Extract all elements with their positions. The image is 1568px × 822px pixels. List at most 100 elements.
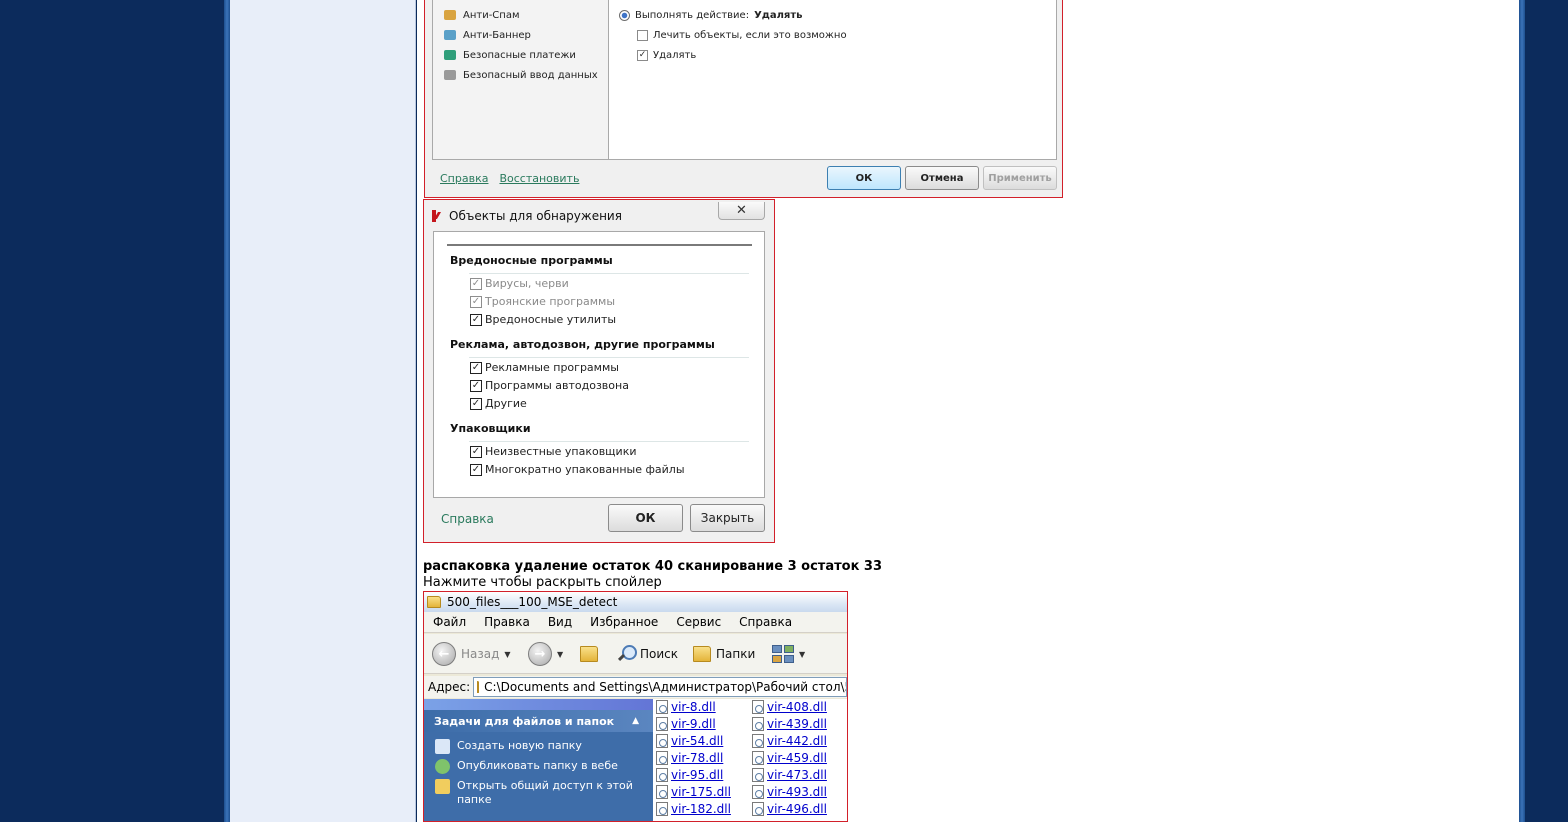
sidebar-item-anti-spam[interactable]: Анти-Спам — [444, 7, 520, 23]
delete-checkbox[interactable]: ✓ — [637, 50, 648, 61]
file-list: vir-8.dll vir-9.dll vir-54.dll vir-78.dl… — [653, 699, 847, 821]
file-name: vir-496.dll — [767, 802, 827, 816]
close-dialog-button[interactable]: Закрыть — [690, 504, 765, 532]
treat-option[interactable]: Лечить объекты, если это возможно — [637, 30, 847, 41]
file-name: vir-78.dll — [671, 751, 724, 765]
sidebar-item-safe-payments[interactable]: Безопасные платежи — [444, 47, 576, 63]
delete-option[interactable]: ✓ Удалять — [637, 50, 696, 61]
back-button[interactable]: ← Назад ▼ — [432, 642, 511, 666]
dll-file-icon — [656, 751, 668, 765]
option-checkbox[interactable]: ✓ — [470, 463, 482, 476]
option-checkbox[interactable]: ✓ — [470, 313, 482, 326]
menu-view[interactable]: Вид — [548, 615, 572, 629]
sidebar-item-anti-banner[interactable]: Анти-Баннер — [444, 27, 531, 43]
up-folder-button[interactable] — [580, 642, 598, 666]
group-divider — [469, 357, 749, 358]
search-button[interactable]: Поиск — [617, 642, 678, 666]
task-publish-web[interactable]: Опубликовать папку в вебе — [435, 759, 645, 774]
file-item[interactable]: vir-8.dll — [656, 700, 716, 714]
file-item[interactable]: vir-439.dll — [752, 717, 827, 731]
keyboard-icon — [444, 70, 456, 80]
address-label: Адрес: — [428, 680, 471, 694]
tasks-header[interactable]: Задачи для файлов и папок ▲ — [424, 710, 653, 732]
file-item[interactable]: vir-442.dll — [752, 734, 827, 748]
address-value: C:\Documents and Settings\Администратор\… — [484, 680, 847, 694]
page-left-background — [0, 0, 224, 822]
file-item[interactable]: vir-54.dll — [656, 734, 723, 748]
help-link[interactable]: Справка — [441, 512, 494, 526]
file-item[interactable]: vir-496.dll — [752, 802, 827, 816]
sidebar-item-label: Безопасный ввод данных — [463, 69, 598, 81]
globe-icon — [435, 759, 450, 774]
option-malicious-tools[interactable]: ✓ Вредоносные утилиты — [470, 313, 616, 326]
tasks-title: Задачи для файлов и папок — [434, 714, 615, 728]
file-name: vir-408.dll — [767, 700, 827, 714]
file-item[interactable]: vir-473.dll — [752, 768, 827, 782]
cancel-button[interactable]: Отмена — [905, 166, 979, 190]
option-checkbox[interactable]: ✓ — [470, 397, 482, 410]
dll-file-icon — [656, 768, 668, 782]
option-adware[interactable]: ✓ Рекламные программы — [470, 361, 619, 374]
task-new-folder[interactable]: Создать новую папку — [435, 739, 645, 754]
file-item[interactable]: vir-95.dll — [656, 768, 723, 782]
file-item[interactable]: vir-408.dll — [752, 700, 827, 714]
anti-spam-icon — [444, 10, 456, 20]
option-label: Вредоносные утилиты — [485, 313, 617, 326]
menu-tools[interactable]: Сервис — [676, 615, 721, 629]
treat-checkbox[interactable] — [637, 30, 648, 41]
file-item[interactable]: vir-78.dll — [656, 751, 723, 765]
file-item[interactable]: vir-9.dll — [656, 717, 716, 731]
help-link[interactable]: Справка — [440, 172, 488, 185]
chevron-up-icon[interactable]: ▲ — [632, 716, 639, 726]
action-radio[interactable] — [619, 10, 630, 21]
option-checkbox[interactable]: ✓ — [470, 361, 482, 374]
detect-objects-panel: Вредоносные программы ✓ Вирусы, черви ✓ … — [433, 231, 765, 498]
action-radio-row[interactable]: Выполнять действие: Удалять — [619, 10, 802, 21]
menu-favorites[interactable]: Избранное — [590, 615, 658, 629]
option-checkbox[interactable]: ✓ — [470, 295, 482, 308]
kaspersky-logo-icon — [432, 210, 444, 222]
file-name: vir-459.dll — [767, 751, 827, 765]
file-item[interactable]: vir-493.dll — [752, 785, 827, 799]
address-input[interactable]: C:\Documents and Settings\Администратор\… — [473, 677, 847, 697]
ok-button[interactable]: ОК — [608, 504, 683, 532]
kav-settings-panel: Анти-Спам Анти-Баннер Безопасные платежи… — [432, 0, 1057, 160]
file-item[interactable]: vir-459.dll — [752, 751, 827, 765]
forward-button[interactable]: → ▼ — [528, 642, 563, 666]
menu-edit[interactable]: Правка — [484, 615, 530, 629]
option-unknown-packers[interactable]: ✓ Неизвестные упаковщики — [470, 445, 637, 458]
task-share-folder[interactable]: Открыть общий доступ к этой папке — [435, 779, 645, 807]
file-name: vir-95.dll — [671, 768, 724, 782]
dll-file-icon — [752, 751, 764, 765]
option-dialers[interactable]: ✓ Программы автодозвона — [470, 379, 629, 392]
sidebar-item-label: Безопасные платежи — [463, 49, 576, 61]
apply-button[interactable]: Применить — [983, 166, 1057, 190]
explorer-window: 500_files___100_MSE_detect Файл Правка В… — [423, 591, 848, 822]
option-label: Программы автодозвона — [485, 379, 629, 392]
ok-button[interactable]: ОК — [827, 166, 901, 190]
spoiler-toggle[interactable]: Нажмите чтобы раскрыть спойлер — [423, 575, 662, 590]
option-checkbox[interactable]: ✓ — [470, 379, 482, 392]
option-other[interactable]: ✓ Другие — [470, 397, 527, 410]
option-label: Вирусы, черви — [485, 277, 569, 290]
views-button[interactable]: ▼ — [772, 642, 805, 666]
chevron-down-icon[interactable]: ▼ — [557, 650, 563, 659]
option-viruses[interactable]: ✓ Вирусы, черви — [470, 277, 569, 290]
close-button[interactable]: ✕ — [718, 202, 765, 220]
menu-file[interactable]: Файл — [433, 615, 466, 629]
folders-button[interactable]: Папки — [693, 642, 755, 666]
treat-label: Лечить объекты, если это возможно — [653, 30, 847, 41]
chevron-down-icon[interactable]: ▼ — [799, 650, 805, 659]
restore-link[interactable]: Восстановить — [499, 172, 579, 185]
option-multi-packed[interactable]: ✓ Многократно упакованные файлы — [470, 463, 685, 476]
option-checkbox[interactable]: ✓ — [470, 445, 482, 458]
kav-settings-sidebar: Анти-Спам Анти-Баннер Безопасные платежи… — [433, 0, 609, 159]
sidebar-item-secure-input[interactable]: Безопасный ввод данных — [444, 67, 598, 83]
option-trojans[interactable]: ✓ Троянские программы — [470, 295, 615, 308]
option-checkbox[interactable]: ✓ — [470, 277, 482, 290]
chevron-down-icon[interactable]: ▼ — [504, 650, 510, 659]
views-icon — [772, 645, 794, 663]
file-item[interactable]: vir-182.dll — [656, 802, 731, 816]
menu-help[interactable]: Справка — [739, 615, 792, 629]
file-item[interactable]: vir-175.dll — [656, 785, 731, 799]
